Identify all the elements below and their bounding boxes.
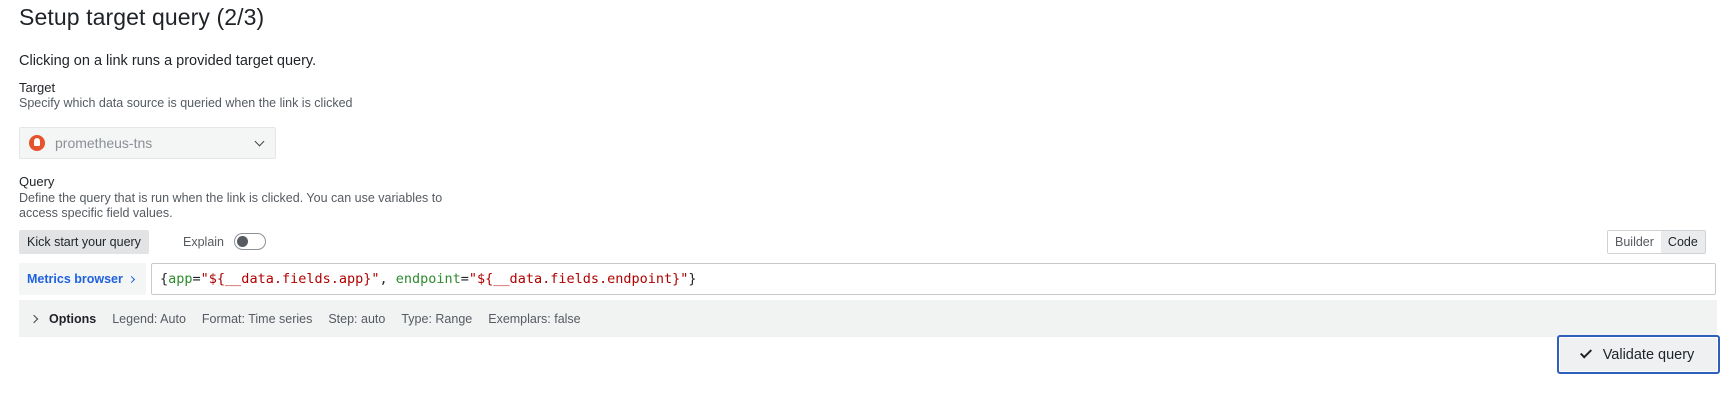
option-legend: Legend: Auto bbox=[112, 311, 186, 326]
prometheus-icon bbox=[29, 135, 45, 151]
token-eq-1: = bbox=[192, 271, 201, 287]
target-label: Target bbox=[19, 80, 56, 95]
kick-start-query-button[interactable]: Kick start your query bbox=[19, 230, 149, 254]
mode-builder-button[interactable]: Builder bbox=[1608, 231, 1661, 253]
token-open-brace: { bbox=[160, 271, 169, 287]
datasource-name: prometheus-tns bbox=[55, 135, 153, 151]
query-label: Query bbox=[19, 174, 55, 189]
metrics-browser-button[interactable]: Metrics browser bbox=[19, 263, 146, 295]
token-label-endpoint: endpoint bbox=[395, 271, 461, 287]
explain-toggle[interactable] bbox=[234, 233, 266, 250]
option-exemplars: Exemplars: false bbox=[488, 311, 581, 326]
query-description: Define the query that is run when the li… bbox=[19, 191, 442, 221]
token-separator: , bbox=[379, 271, 396, 287]
options-row[interactable]: Options Legend: Auto Format: Time series… bbox=[19, 300, 1717, 337]
chevron-right-icon bbox=[127, 275, 135, 283]
token-label-app: app bbox=[168, 271, 193, 287]
chevron-right-icon bbox=[29, 314, 39, 323]
chevron-down-icon bbox=[254, 136, 265, 146]
token-value-endpoint: "${__data.fields.endpoint}" bbox=[468, 271, 689, 287]
target-description: Specify which data source is queried whe… bbox=[19, 96, 353, 110]
option-type: Type: Range bbox=[401, 311, 473, 326]
token-value-app: "${__data.fields.app}" bbox=[200, 271, 380, 287]
page-title: Setup target query (2/3) bbox=[19, 4, 265, 30]
token-eq-2: = bbox=[460, 271, 469, 287]
check-icon bbox=[1579, 346, 1592, 359]
editor-mode-group: Builder Code bbox=[1607, 230, 1706, 254]
validate-query-button[interactable]: Validate query bbox=[1557, 335, 1720, 374]
explain-label: Explain bbox=[183, 235, 224, 249]
query-description-line1: Define the query that is run when the li… bbox=[19, 191, 443, 205]
mode-code-button[interactable]: Code bbox=[1660, 231, 1705, 253]
token-close-brace: } bbox=[688, 271, 697, 287]
option-format: Format: Time series bbox=[201, 311, 313, 326]
page-subtitle: Clicking on a link runs a provided targe… bbox=[19, 53, 317, 69]
validate-query-label: Validate query bbox=[1602, 346, 1695, 363]
options-title: Options bbox=[49, 311, 97, 326]
datasource-picker[interactable]: prometheus-tns bbox=[19, 127, 276, 159]
query-editor[interactable]: {app = "${__data.fields.app}", endpoint = "$… bbox=[151, 263, 1716, 295]
query-description-line2: access specific field values. bbox=[19, 206, 173, 220]
metrics-browser-label: Metrics browser bbox=[27, 272, 123, 286]
option-step: Step: auto bbox=[328, 311, 386, 326]
